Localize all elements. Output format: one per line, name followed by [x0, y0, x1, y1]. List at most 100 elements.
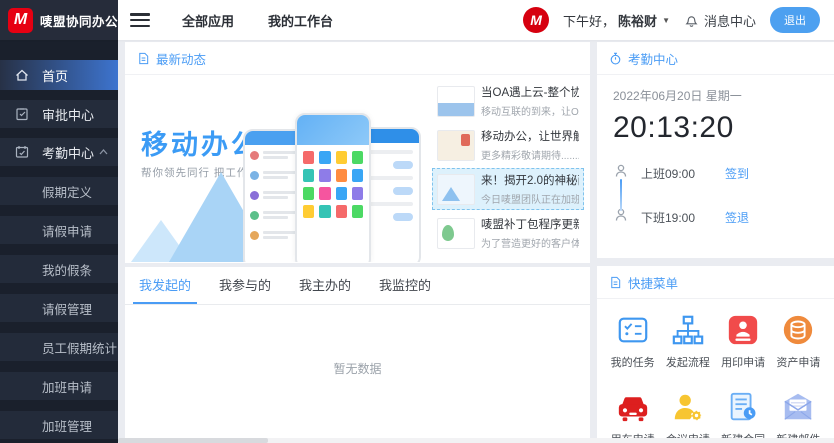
tab-participated-by-me[interactable]: 我参与的	[213, 267, 277, 304]
news-subtitle: 为了营造更好的客户体验，唛	[481, 235, 579, 250]
avatar[interactable]: M	[523, 7, 549, 33]
car-icon	[616, 390, 650, 424]
quick-item-vehicle-request[interactable]: 用车申请	[611, 390, 655, 443]
app-title: 唛盟协同办公平台	[40, 11, 144, 30]
news-item[interactable]: 当OA遇上云-整个协同OA 移动互联的到来，让OA与云	[432, 80, 584, 122]
nav-my-workbench[interactable]: 我的工作台	[268, 11, 333, 30]
sidebar-item-home[interactable]: 首页	[0, 60, 118, 90]
scrollbar-thumb[interactable]	[118, 438, 268, 443]
tab-monitored-by-me[interactable]: 我监控的	[373, 267, 437, 304]
calendar-icon	[14, 144, 30, 160]
nav-all-apps[interactable]: 全部应用	[182, 11, 234, 30]
quick-item-start-process[interactable]: 发起流程	[666, 313, 710, 370]
quick-item-label: 资产申请	[776, 354, 820, 370]
news-thumbnail	[437, 174, 475, 205]
clipboard-icon	[14, 106, 30, 122]
quick-item-new-contract[interactable]: 新建合同	[721, 390, 765, 443]
panel-title: 最新动态	[156, 49, 206, 68]
sign-out-link[interactable]: 签退	[725, 209, 749, 226]
meeting-icon	[671, 390, 705, 424]
news-thumbnail	[437, 86, 475, 117]
logo-icon: M	[8, 8, 33, 33]
sidebar-item-overtime-request[interactable]: 加班申请	[0, 372, 118, 400]
horizontal-scrollbar[interactable]	[118, 438, 834, 443]
panel-title: 快捷菜单	[628, 273, 678, 292]
attendance-clock: 20:13:20	[613, 111, 818, 145]
sidebar-submenu: 假期定义 请假申请 我的假条 请假管理 员工假期统计 加班申请 加班管理	[0, 177, 118, 439]
sidebar-item-overtime-management[interactable]: 加班管理	[0, 411, 118, 439]
tasks-tabbar: 我发起的 我参与的 我主办的 我监控的	[125, 267, 590, 305]
attendance-row-checkin: 上班09:00 签到	[641, 151, 818, 195]
banner-illustration: 移动办公 帮你领先同行 把工作带出办公室	[125, 75, 432, 262]
flow-icon	[671, 313, 705, 347]
quick-menu-panel: 快捷菜单 我的任务 发起流程 用印申请 资产申请	[597, 266, 834, 438]
panel-title: 考勤中心	[628, 49, 678, 68]
sidebar-item-leave-management[interactable]: 请假管理	[0, 294, 118, 322]
news-title: 来！揭开2.0的神秘面纱-	[481, 172, 579, 188]
news-subtitle: 今日唛盟团队正在加班加点,	[481, 191, 579, 206]
sidebar-item-label: 考勤中心	[42, 143, 94, 162]
quick-item-seal-request[interactable]: 用印申请	[721, 313, 765, 370]
sidebar-item-label: 审批中心	[42, 105, 94, 124]
user-menu[interactable]: 下午好，陈裕财 ▼	[563, 11, 670, 30]
sidebar-item-employee-holiday-stats[interactable]: 员工假期统计	[0, 333, 118, 361]
chevron-down-icon: ▼	[662, 16, 670, 25]
header-right: M 下午好，陈裕财 ▼ 消息中心 退出	[523, 7, 834, 33]
news-item[interactable]: 唛盟补丁包程序更新 为了营造更好的客户体验，唛	[432, 212, 584, 254]
news-list: 当OA遇上云-整个协同OA 移动互联的到来，让OA与云 移动办公，让世界触手可 …	[432, 75, 590, 262]
sidebar: 首页 审批中心 考勤中心 假期定义 请假申请 我的假条 请假管理 员工假期统计 …	[0, 40, 118, 443]
sidebar-item-holiday-definition[interactable]: 假期定义	[0, 177, 118, 205]
news-thumbnail	[437, 130, 475, 161]
task-list-icon	[616, 313, 650, 347]
quick-menu-header: 快捷菜单	[597, 266, 834, 299]
person-icon	[613, 163, 629, 179]
app-root: M 唛盟协同办公平台 全部应用 我的工作台 M 下午好，陈裕财 ▼ 消息中心 退…	[0, 0, 834, 443]
document-icon	[609, 276, 622, 289]
contract-icon	[726, 390, 760, 424]
mail-icon	[781, 390, 815, 424]
sign-in-link[interactable]: 签到	[725, 165, 749, 182]
quick-item-asset-request[interactable]: 资产申请	[776, 313, 820, 370]
news-title: 移动办公，让世界触手可	[481, 128, 579, 144]
quick-item-my-tasks[interactable]: 我的任务	[611, 313, 655, 370]
quick-item-label: 用印申请	[721, 354, 765, 370]
news-title: 唛盟补丁包程序更新	[481, 216, 579, 232]
shift-end-label: 下班19:00	[641, 209, 725, 226]
menu-toggle-icon[interactable]	[130, 13, 150, 27]
tab-initiated-by-me[interactable]: 我发起的	[133, 267, 197, 304]
tab-hosted-by-me[interactable]: 我主办的	[293, 267, 357, 304]
message-center[interactable]: 消息中心	[684, 11, 756, 30]
top-nav: 全部应用 我的工作台	[182, 11, 333, 30]
attendance-panel: 考勤中心 2022年06月20日 星期一 20:13:20 上班09:00 签到…	[597, 42, 834, 258]
news-item-selected[interactable]: 来！揭开2.0的神秘面纱- 今日唛盟团队正在加班加点,	[432, 168, 584, 210]
news-title: 当OA遇上云-整个协同OA	[481, 84, 579, 100]
news-subtitle: 更多精彩敬请期待........	[481, 147, 579, 162]
sidebar-item-approval-center[interactable]: 审批中心	[0, 100, 118, 128]
attendance-date: 2022年06月20日 星期一	[613, 87, 818, 104]
sidebar-item-label: 首页	[42, 66, 68, 85]
latest-news-panel: 最新动态 移动办公 帮你领先同行 把工作带出办公室	[125, 42, 590, 263]
sidebar-item-attendance-center[interactable]: 考勤中心	[0, 138, 118, 166]
attendance-row-checkout: 下班19:00 签退	[641, 195, 818, 239]
greeting-text: 下午好，	[563, 11, 615, 30]
stopwatch-icon	[609, 52, 622, 65]
brand-area: M 唛盟协同办公平台	[0, 0, 118, 40]
tasks-panel: 我发起的 我参与的 我主办的 我监控的 暂无数据	[125, 267, 590, 438]
sidebar-item-leave-request[interactable]: 请假申请	[0, 216, 118, 244]
news-thumbnail	[437, 218, 475, 249]
attendance-header: 考勤中心	[597, 42, 834, 75]
seal-icon	[726, 313, 760, 347]
latest-news-header: 最新动态	[125, 42, 590, 75]
top-header: M 唛盟协同办公平台 全部应用 我的工作台 M 下午好，陈裕财 ▼ 消息中心 退…	[0, 0, 834, 40]
quick-item-new-mail[interactable]: 新建邮件	[776, 390, 820, 443]
quick-item-label: 发起流程	[666, 354, 710, 370]
logout-button[interactable]: 退出	[770, 7, 820, 33]
quick-menu-grid: 我的任务 发起流程 用印申请 资产申请 用车申请	[597, 299, 834, 443]
quick-item-meeting-request[interactable]: 会议申请	[666, 390, 710, 443]
news-item[interactable]: 移动办公，让世界触手可 更多精彩敬请期待........	[432, 124, 584, 166]
sidebar-item-my-leave-notes[interactable]: 我的假条	[0, 255, 118, 283]
bell-icon	[684, 13, 699, 28]
asset-icon	[781, 313, 815, 347]
message-center-label: 消息中心	[704, 11, 756, 30]
chevron-up-icon	[99, 149, 108, 155]
